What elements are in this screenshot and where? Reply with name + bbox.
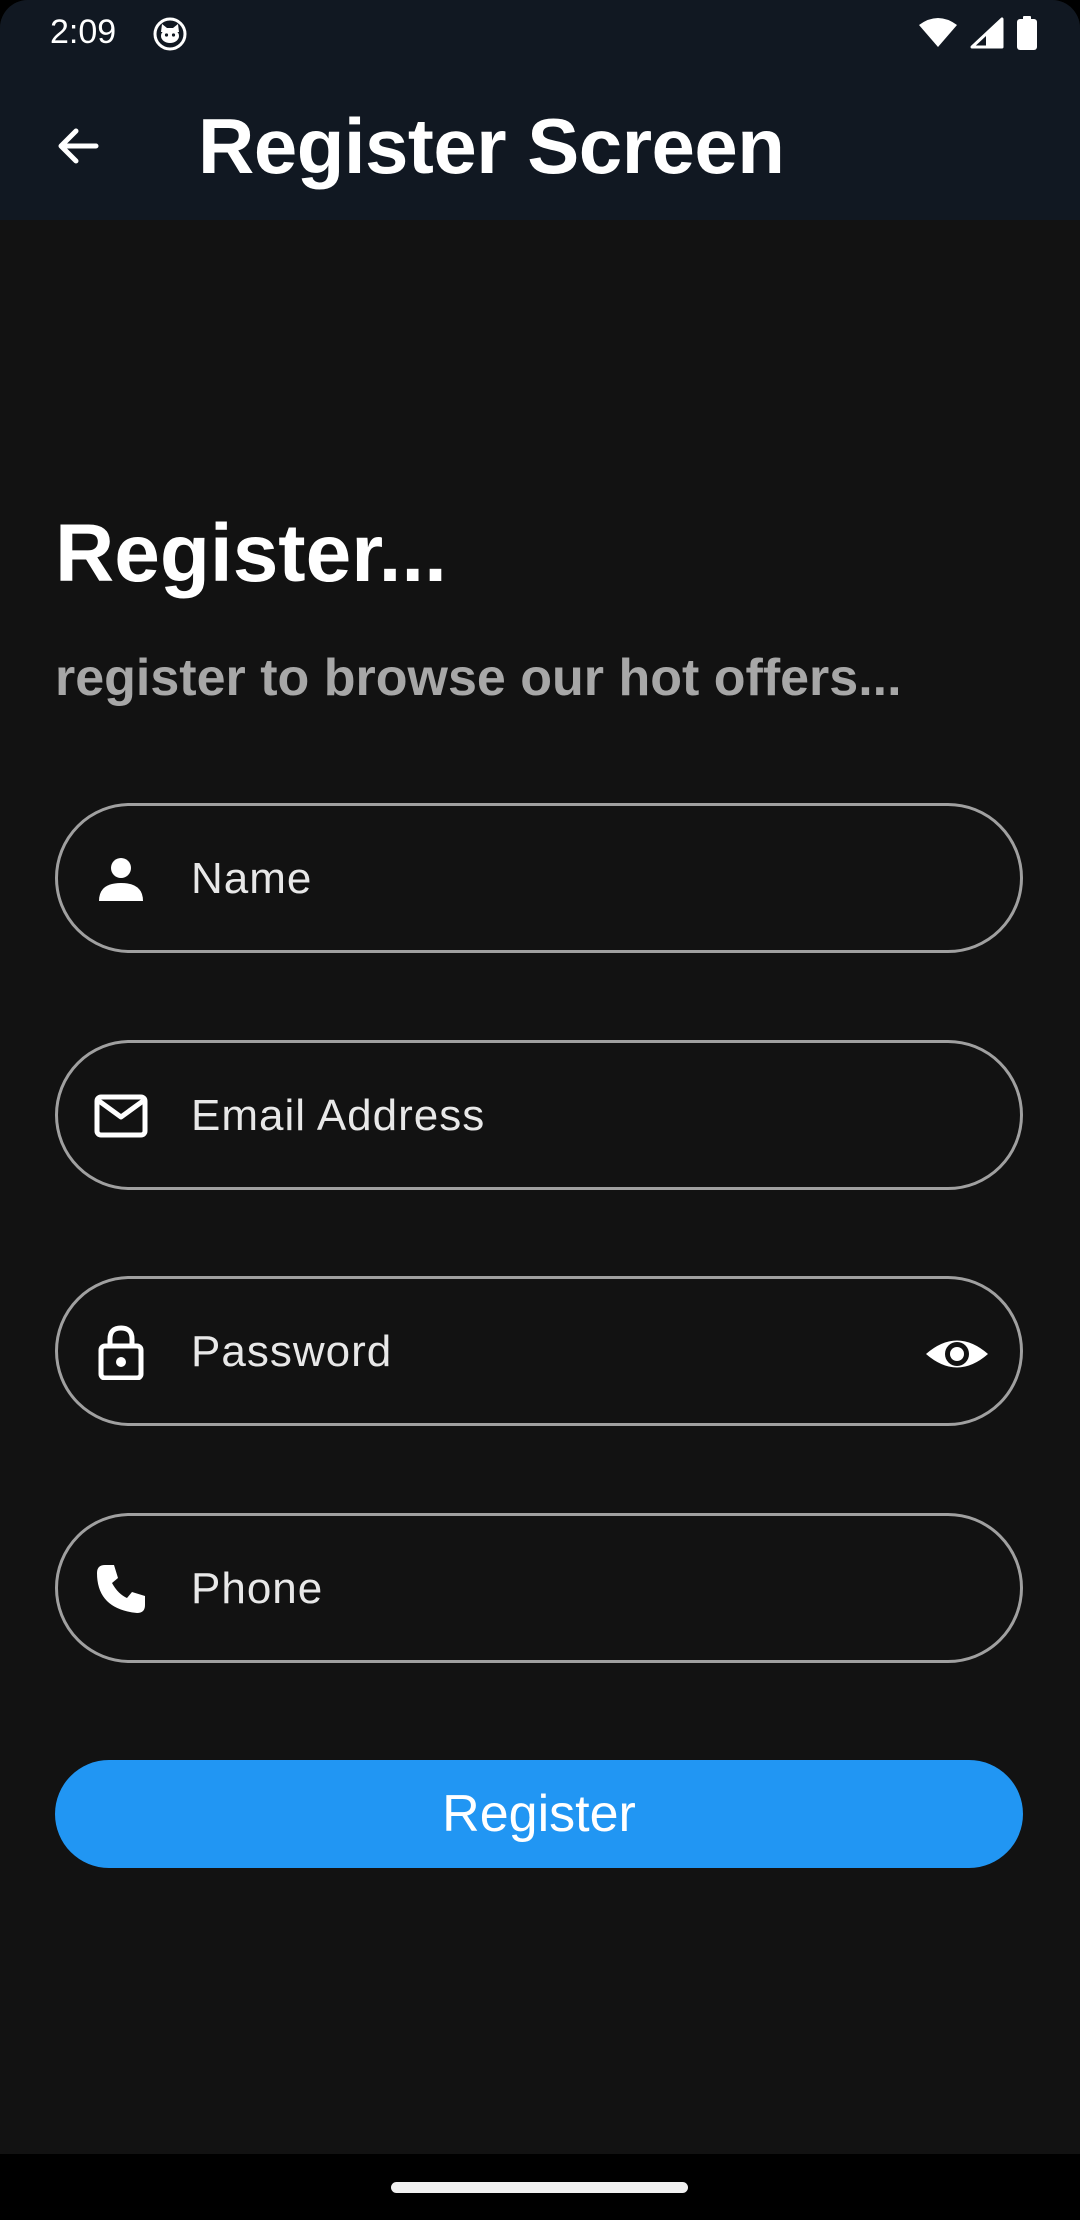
email-field-label: Email Address xyxy=(191,1091,486,1140)
email-field[interactable]: Email Address xyxy=(55,1040,1023,1190)
register-button[interactable]: Register xyxy=(55,1760,1023,1868)
status-time: 2:09 xyxy=(50,13,117,51)
phone-field[interactable]: Phone xyxy=(55,1513,1023,1663)
mail-icon xyxy=(93,1088,149,1144)
password-field[interactable]: Password xyxy=(55,1276,1023,1426)
phone-icon xyxy=(93,1561,149,1617)
register-screen: 2:09 Register Screen Register... registe… xyxy=(0,0,1080,2220)
arrow-back-icon xyxy=(54,122,102,175)
password-field-label: Password xyxy=(191,1327,393,1376)
wifi-icon xyxy=(918,17,958,54)
battery-icon xyxy=(1016,16,1038,55)
app-bar: Register Screen xyxy=(0,66,1080,220)
person-icon xyxy=(93,851,149,907)
eye-icon[interactable] xyxy=(924,1321,990,1387)
signal-icon xyxy=(970,17,1004,54)
register-heading: Register... xyxy=(55,508,447,599)
register-subheading: register to browse our hot offers... xyxy=(55,649,902,707)
name-field-label: Name xyxy=(191,854,313,903)
back-button[interactable] xyxy=(40,110,116,186)
status-icons xyxy=(918,16,1038,55)
page-title: Register Screen xyxy=(198,102,785,190)
phone-field-label: Phone xyxy=(191,1564,324,1613)
navigation-bar xyxy=(0,2154,1080,2220)
cat-notification-icon xyxy=(152,16,188,52)
lock-icon xyxy=(93,1324,149,1381)
name-field[interactable]: Name xyxy=(55,803,1023,953)
status-bar: 2:09 xyxy=(0,0,1080,66)
home-gesture-handle[interactable] xyxy=(391,2182,688,2193)
